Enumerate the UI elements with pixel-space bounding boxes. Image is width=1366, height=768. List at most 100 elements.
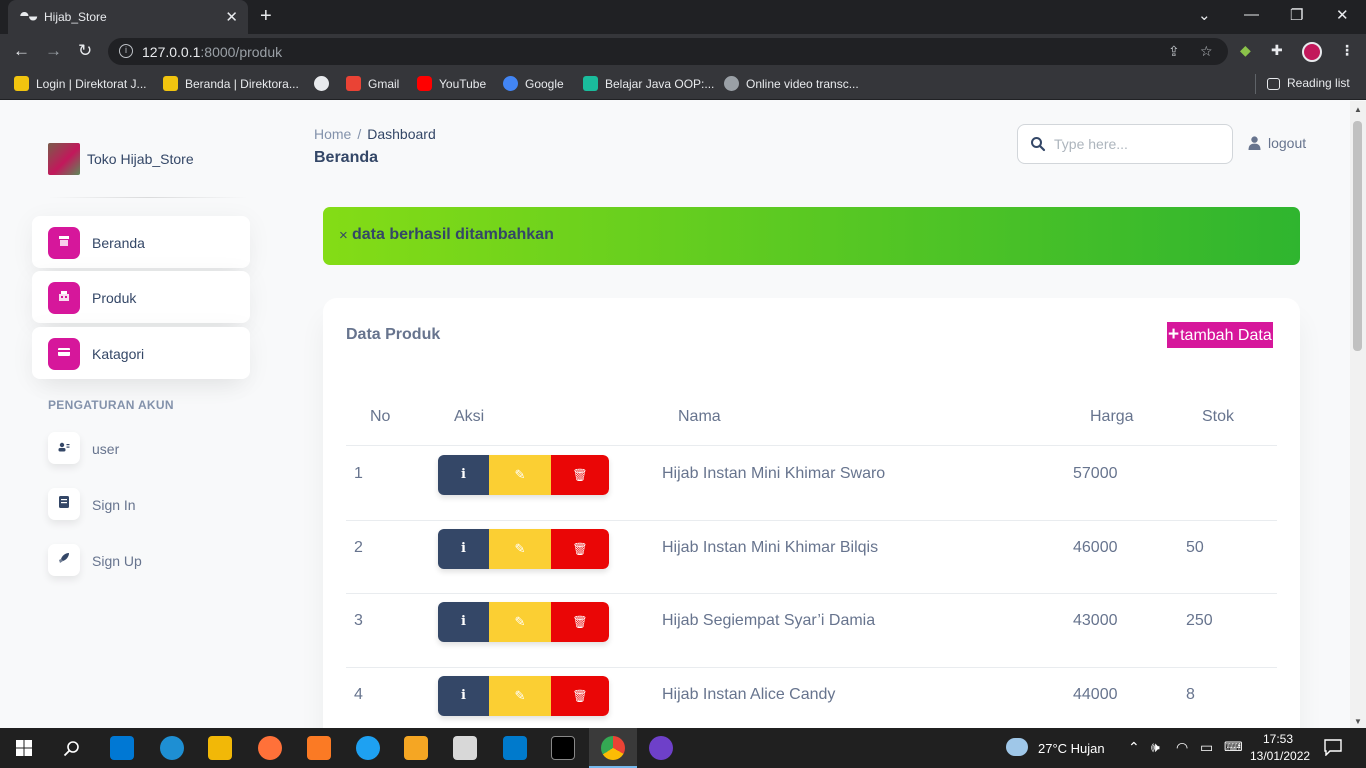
- browser-tab[interactable]: ⯊⯋ Hijab_Store ✕: [8, 0, 248, 34]
- clock-time[interactable]: 17:53: [1263, 732, 1293, 746]
- table-row: 4 i ✎ 🗑 Hijab Instan Alice Candy 44000 8: [323, 667, 1300, 728]
- extensions-puzzle-icon[interactable]: ✚: [1271, 42, 1283, 59]
- github-desktop-icon[interactable]: [649, 736, 673, 760]
- sidebar-item-sign-in[interactable]: Sign In: [48, 488, 248, 520]
- browser-menu-icon[interactable]: ⋮: [1340, 42, 1354, 59]
- breadcrumb-current: Dashboard: [367, 126, 436, 142]
- edit-button[interactable]: ✎: [489, 529, 551, 569]
- wifi-icon[interactable]: ◠: [1176, 739, 1188, 756]
- card-icon: [48, 338, 80, 370]
- xampp-icon[interactable]: [307, 736, 331, 760]
- gmail-icon: [346, 76, 361, 91]
- add-data-button[interactable]: +tambah Data: [1167, 322, 1273, 348]
- cell-nama: Hijab Instan Alice Candy: [662, 686, 836, 703]
- scroll-down-icon[interactable]: ▼: [1354, 717, 1362, 726]
- sidebar-item-label: Sign Up: [92, 553, 142, 569]
- tab-close-icon[interactable]: ✕: [225, 8, 238, 26]
- edge-icon[interactable]: [160, 736, 184, 760]
- internet-explorer-icon[interactable]: [356, 736, 380, 760]
- bookmark-favicon-icon: [163, 76, 178, 91]
- maximize-icon[interactable]: ❐: [1290, 6, 1303, 24]
- window-close-icon[interactable]: ✕: [1336, 6, 1349, 24]
- sidebar-item-user[interactable]: user: [48, 432, 248, 464]
- language-icon[interactable]: ⌨: [1224, 739, 1243, 755]
- edit-button[interactable]: ✎: [489, 455, 551, 495]
- sidebar-item-katagori[interactable]: Katagori: [32, 327, 250, 379]
- logout-label: logout: [1268, 135, 1307, 151]
- scrollbar-thumb[interactable]: [1353, 121, 1362, 351]
- media-player-icon[interactable]: [404, 736, 428, 760]
- back-icon[interactable]: ←: [13, 41, 30, 61]
- taskbar-search-icon[interactable]: [63, 740, 80, 757]
- bookmark-item[interactable]: Belajar Java OOP:...: [583, 76, 714, 91]
- cell-no: 1: [354, 465, 363, 482]
- info-button[interactable]: i: [438, 602, 489, 642]
- bookmark-item[interactable]: Login | Direktorat J...: [14, 76, 147, 91]
- minimize-icon[interactable]: —: [1244, 6, 1259, 23]
- delete-button[interactable]: 🗑: [551, 676, 609, 716]
- column-header-nama: Nama: [678, 408, 721, 425]
- reading-list-button[interactable]: Reading list: [1267, 76, 1350, 90]
- sidebar-item-sign-up[interactable]: Sign Up: [48, 544, 248, 576]
- cell-no: 4: [354, 686, 363, 703]
- delete-button[interactable]: 🗑: [551, 602, 609, 642]
- bookmark-item[interactable]: Beranda | Direktora...: [163, 76, 299, 91]
- row-actions: i ✎ 🗑: [438, 602, 609, 642]
- battery-icon[interactable]: ▭: [1200, 739, 1213, 756]
- bookmark-item[interactable]: Online video transc...: [724, 76, 859, 91]
- sidebar-item-produk[interactable]: Produk: [32, 271, 250, 323]
- calendar-app-icon[interactable]: [453, 736, 477, 760]
- volume-icon[interactable]: 🕪: [1151, 739, 1160, 756]
- cell-harga: 43000: [1073, 612, 1118, 629]
- clock-date[interactable]: 13/01/2022: [1250, 749, 1310, 763]
- bookmark-item[interactable]: Gmail: [346, 76, 399, 91]
- address-bar[interactable]: i 127.0.0.1:8000/produk ⇪ ☆: [108, 38, 1228, 65]
- delete-button[interactable]: 🗑: [551, 529, 609, 569]
- weather-rain-icon[interactable]: [1006, 738, 1028, 756]
- cell-stok: 250: [1186, 612, 1213, 629]
- logout-link[interactable]: logout: [1248, 135, 1306, 151]
- weather-text[interactable]: 27°C Hujan: [1038, 741, 1105, 756]
- cell-harga: 57000: [1073, 465, 1118, 482]
- search-input[interactable]: [1054, 134, 1224, 154]
- info-button[interactable]: i: [438, 455, 489, 495]
- site-info-icon[interactable]: i: [119, 44, 133, 58]
- file-explorer-icon[interactable]: [208, 736, 232, 760]
- column-header-no: No: [370, 408, 391, 425]
- edit-button[interactable]: ✎: [489, 602, 551, 642]
- extension-leaf-icon[interactable]: ◆: [1240, 42, 1251, 59]
- info-button[interactable]: i: [438, 529, 489, 569]
- bookmark-item[interactable]: Google: [503, 76, 564, 91]
- windows-start-icon[interactable]: [16, 740, 32, 756]
- reload-icon[interactable]: ↻: [78, 41, 92, 61]
- info-button[interactable]: i: [438, 676, 489, 716]
- breadcrumb-home[interactable]: Home: [314, 126, 351, 142]
- breadcrumb: Home / Dashboard: [314, 126, 436, 142]
- bookmark-item[interactable]: YouTube: [417, 76, 486, 91]
- bookmark-item[interactable]: [314, 76, 336, 91]
- store-icon[interactable]: [110, 736, 134, 760]
- tray-chevron-icon[interactable]: ⌃: [1128, 739, 1140, 756]
- delete-button[interactable]: 🗑: [551, 455, 609, 495]
- chrome-icon[interactable]: [601, 736, 625, 760]
- share-icon[interactable]: ⇪: [1168, 43, 1180, 60]
- edit-button[interactable]: ✎: [489, 676, 551, 716]
- alert-close-button[interactable]: ×: [339, 227, 348, 244]
- cell-nama: Hijab Instan Mini Khimar Bilqis: [662, 539, 879, 556]
- bookmark-star-icon[interactable]: ☆: [1200, 43, 1213, 60]
- notification-icon[interactable]: [1324, 739, 1342, 756]
- profile-avatar[interactable]: [1302, 42, 1322, 62]
- vscode-icon[interactable]: [503, 736, 527, 760]
- terminal-icon[interactable]: [551, 736, 575, 760]
- page-scrollbar[interactable]: ▲ ▼: [1350, 101, 1366, 728]
- forward-icon[interactable]: →: [45, 41, 62, 61]
- user-icon: [48, 432, 80, 464]
- google-icon: [503, 76, 518, 91]
- bookmarks-bar: Login | Direktorat J... Beranda | Direkt…: [0, 68, 1366, 100]
- new-tab-button[interactable]: +: [260, 5, 272, 28]
- page-viewport: Toko Hijab_Store Beranda Produk Katagori…: [0, 101, 1350, 728]
- sidebar-item-beranda[interactable]: Beranda: [32, 216, 250, 268]
- firefox-icon[interactable]: [258, 736, 282, 760]
- tab-search-icon[interactable]: ⌄: [1198, 6, 1211, 24]
- scroll-up-icon[interactable]: ▲: [1354, 105, 1362, 114]
